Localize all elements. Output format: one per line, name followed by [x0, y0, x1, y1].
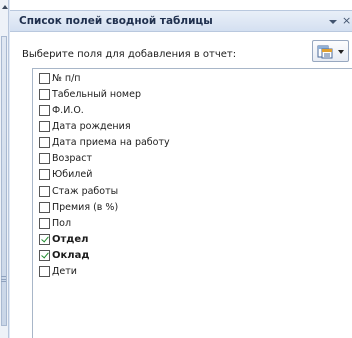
- field-item[interactable]: Юбилей: [39, 168, 92, 182]
- field-label: № п/п: [52, 72, 81, 84]
- field-label: Юбилей: [52, 169, 93, 181]
- checkbox-checked[interactable]: [39, 250, 50, 262]
- field-label: Оклад: [52, 250, 90, 262]
- vertical-scrollbar[interactable]: [0, 0, 9, 338]
- field-item[interactable]: Табельный номер: [39, 87, 141, 101]
- field-label: Стаж работы: [52, 185, 119, 197]
- chevron-down-icon[interactable]: [328, 17, 338, 27]
- field-label: Дата приема на работу: [52, 137, 170, 149]
- field-item[interactable]: Стаж работы: [39, 184, 118, 198]
- checkbox[interactable]: [39, 137, 50, 149]
- checkbox[interactable]: [39, 153, 50, 165]
- scrollbar-thumb[interactable]: [1, 36, 7, 326]
- field-item[interactable]: Дата рождения: [39, 119, 131, 133]
- field-label: Отдел: [52, 234, 89, 245]
- checkbox[interactable]: [39, 104, 50, 116]
- chevron-down-icon: [338, 50, 344, 54]
- close-icon[interactable]: ×: [342, 14, 352, 28]
- field-item[interactable]: Возраст: [39, 152, 92, 166]
- field-label: Дети: [52, 266, 77, 278]
- checkbox[interactable]: [39, 201, 50, 213]
- scroll-up-arrow-icon[interactable]: [0, 0, 9, 14]
- pane-title-bar: Список полей сводной таблицы ×: [10, 10, 352, 32]
- field-label: Возраст: [52, 153, 92, 165]
- field-item[interactable]: № п/п: [39, 71, 81, 85]
- checkbox[interactable]: [39, 185, 50, 197]
- checkbox[interactable]: [39, 266, 50, 278]
- field-item[interactable]: Дата приема на работу: [39, 136, 170, 150]
- checkbox[interactable]: [39, 88, 50, 100]
- field-item[interactable]: Оклад: [39, 249, 89, 263]
- checkbox[interactable]: [39, 120, 50, 132]
- checkbox[interactable]: [39, 169, 50, 181]
- field-item[interactable]: Отдел: [39, 233, 88, 247]
- field-list: № п/п Табельный номер Ф.И.О. Дата рождения Д…: [32, 68, 352, 338]
- pane-title: Список полей сводной таблицы: [19, 15, 213, 27]
- checkbox-checked[interactable]: [39, 234, 50, 245]
- field-layout-button[interactable]: [312, 40, 349, 62]
- field-label: Пол: [52, 217, 72, 229]
- field-label: Дата рождения: [52, 120, 131, 132]
- field-item[interactable]: Ф.И.О.: [39, 103, 84, 117]
- instruction-text: Выберите поля для добавления в отчет:: [22, 49, 237, 60]
- field-item[interactable]: Пол: [39, 216, 71, 230]
- field-list-layout-icon: [317, 45, 333, 59]
- field-item[interactable]: Премия (в %): [39, 200, 118, 214]
- field-label: Ф.И.О.: [52, 104, 84, 116]
- scrollbar-grip-icon: [1, 276, 6, 282]
- checkbox[interactable]: [39, 72, 50, 84]
- field-item[interactable]: Дети: [39, 265, 77, 279]
- field-label: Табельный номер: [52, 88, 141, 100]
- pivot-field-list-pane: Список полей сводной таблицы × Выберите …: [10, 0, 352, 338]
- field-label: Премия (в %): [52, 201, 119, 213]
- checkbox[interactable]: [39, 217, 50, 229]
